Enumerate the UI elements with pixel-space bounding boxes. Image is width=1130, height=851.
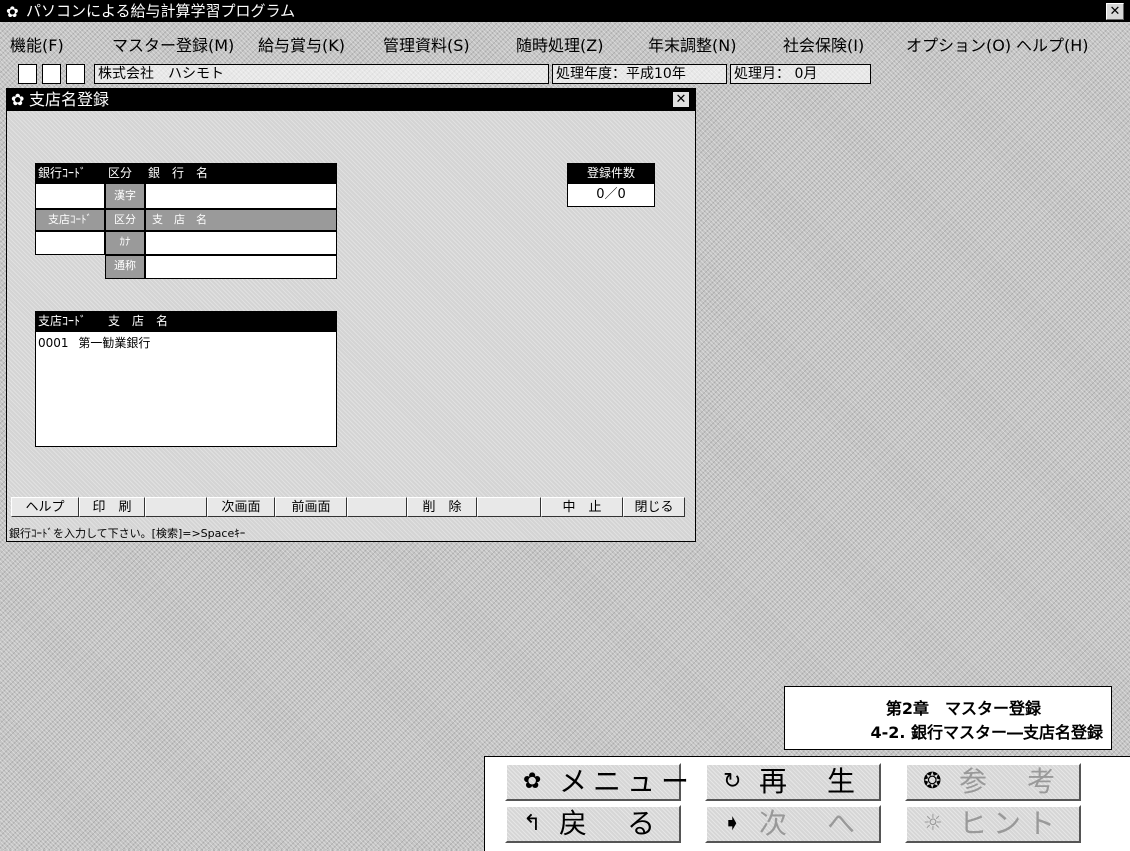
menu-button[interactable]: ✿ メニュー [505, 763, 689, 801]
list-code-header: 支店ｺｰﾄﾞ [35, 311, 105, 331]
list-item-name: 第一勧業銀行 [78, 336, 151, 350]
lesson-nav-panel: ✿ メニュー ↻ 再 生 ❂ 参 考 ↰ 戻 る ➧ 次 へ ☼ ヒント [484, 756, 1130, 851]
toolbar-button-1[interactable] [18, 64, 37, 84]
fiscal-year-field: 処理年度：平成10年 [552, 64, 727, 84]
bank-name-display [145, 183, 337, 209]
lightbulb-icon: ☼ [923, 811, 943, 836]
menu-kyuyo[interactable]: 給与賞与(K) [258, 32, 345, 56]
branch-code-input[interactable] [35, 231, 105, 255]
menu-kanri[interactable]: 管理資料(S) [383, 32, 470, 56]
bank-code-header: 銀行ｺｰﾄﾞ [35, 163, 105, 183]
menu-icon: ✿ [523, 769, 542, 794]
next-arrow-icon: ➧ [723, 811, 742, 836]
delete-button[interactable]: 削 除 [407, 497, 477, 517]
reference-icon: ❂ [923, 769, 942, 794]
next-button-label: 次 へ [759, 807, 862, 840]
hint-button[interactable]: ☼ ヒント [905, 805, 1081, 843]
menu-kinou[interactable]: 機能(F) [10, 32, 64, 56]
hint-button-label: ヒント [959, 807, 1062, 840]
kanji-label: 漢字 [105, 183, 145, 209]
tsusho-label: 通称 [105, 255, 145, 279]
branch-list[interactable]: 0001 第一勧業銀行 [35, 331, 337, 447]
next-button[interactable]: ➧ 次 へ [705, 805, 881, 843]
menu-nenmatsu[interactable]: 年末調整(N) [648, 32, 736, 56]
app-title: パソコンによる給与計算学習プログラム [26, 2, 296, 20]
menu-button-label: メニュー [559, 765, 696, 798]
prev-screen-button[interactable]: 前画面 [275, 497, 347, 517]
next-screen-button[interactable]: 次画面 [207, 497, 275, 517]
function-key-bar: ヘルプ 印 刷 次画面 前画面 削 除 中 止 閉じる [11, 497, 689, 519]
lesson-caption: 第2章 マスター登録 4-2. 銀行マスター―支店名登録 [784, 686, 1112, 750]
toolbar-button-3[interactable] [66, 64, 85, 84]
close-icon[interactable]: ✕ [673, 92, 689, 107]
list-item[interactable]: 0001 第一勧業銀行 [38, 334, 150, 351]
kana-label: ｶﾅ [105, 231, 145, 255]
list-item-code: 0001 [38, 336, 69, 350]
menu-bar: 機能(F) マスター登録(M) 給与賞与(K) 管理資料(S) 随時処理(Z) … [0, 28, 1130, 56]
app-title-bar: ✿ パソコンによる給与計算学習プログラム ✕ [0, 0, 1130, 22]
help-button[interactable]: ヘルプ [11, 497, 79, 517]
subwindow-title-bar: ✿ 支店名登録 ✕ [7, 89, 695, 111]
menu-master[interactable]: マスター登録(M) [112, 32, 234, 56]
registration-count-header: 登録件数 [567, 163, 655, 183]
bank-code-input[interactable] [35, 183, 105, 209]
menu-option[interactable]: オプション(O) [906, 32, 1011, 56]
kubun2-label: 区分 [105, 209, 145, 231]
branch-name-header: 支 店 名 [145, 209, 337, 231]
bank-name-header: 銀 行 名 [145, 163, 337, 183]
subwindow-title: 支店名登録 [29, 90, 110, 109]
company-name-field: 株式会社 ハシモト [94, 64, 549, 84]
reference-button[interactable]: ❂ 参 考 [905, 763, 1081, 801]
branch-tsusho-input[interactable] [145, 255, 337, 279]
fkey-blank-1[interactable] [145, 497, 207, 517]
fkey-blank-2[interactable] [347, 497, 407, 517]
back-button[interactable]: ↰ 戻 る [505, 805, 681, 843]
branch-kana-input[interactable] [145, 231, 337, 255]
branch-code-header: 支店ｺｰﾄﾞ [35, 209, 105, 231]
reference-button-label: 参 考 [959, 765, 1062, 798]
branch-registration-window: ✿ 支店名登録 ✕ 銀行ｺｰﾄﾞ 区分 銀 行 名 漢字 支店ｺｰﾄﾞ 区分 支… [6, 88, 696, 542]
processing-month-field: 処理月： 0月 [730, 64, 871, 84]
menu-help[interactable]: ヘルプ(H) [1016, 32, 1089, 56]
section-title: 4-2. 銀行マスター―支店名登録 [870, 723, 1103, 742]
chapter-title: 第2章 マスター登録 [885, 699, 1041, 718]
menu-shakai[interactable]: 社会保険(I) [783, 32, 864, 56]
close-button[interactable]: 閉じる [623, 497, 685, 517]
kubun-header: 区分 [105, 163, 145, 183]
app-icon: ✿ [6, 3, 19, 21]
back-arrow-icon: ↰ [523, 811, 542, 836]
replay-icon: ↻ [723, 769, 742, 794]
registration-count-value: 0／0 [567, 183, 655, 207]
window-icon: ✿ [11, 90, 25, 109]
replay-button[interactable]: ↻ 再 生 [705, 763, 881, 801]
menu-zuiji[interactable]: 随時処理(Z) [516, 32, 603, 56]
list-name-header: 支 店 名 [105, 311, 337, 331]
cancel-button[interactable]: 中 止 [541, 497, 623, 517]
print-button[interactable]: 印 刷 [79, 497, 145, 517]
close-icon[interactable]: ✕ [1106, 3, 1124, 20]
toolbar: 株式会社 ハシモト 処理年度：平成10年 処理月： 0月 [0, 62, 1130, 86]
status-message: 銀行ｺｰﾄﾞを入力して下さい。[検索]=>Spaceｷｰ [9, 527, 246, 540]
toolbar-button-2[interactable] [42, 64, 61, 84]
replay-button-label: 再 生 [759, 765, 862, 798]
back-button-label: 戻 る [559, 807, 662, 840]
fkey-blank-3[interactable] [477, 497, 541, 517]
